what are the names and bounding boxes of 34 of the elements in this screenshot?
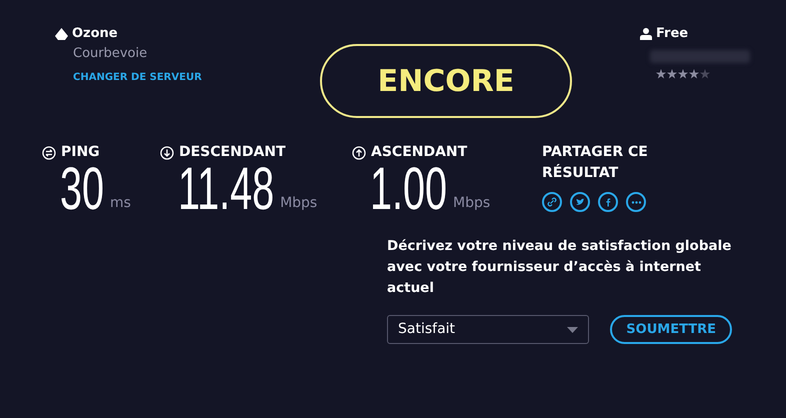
metric-unit: Mbps	[280, 194, 318, 213]
download-icon	[160, 146, 174, 160]
metric-label: DESCENDANT	[179, 143, 286, 162]
metric-unit: ms	[110, 194, 131, 213]
again-button[interactable]: ENCORE	[320, 44, 572, 118]
change-server-link[interactable]: CHANGER DE SERVEUR	[73, 70, 202, 85]
metric-unit: Mbps	[453, 194, 490, 213]
caret-icon	[567, 326, 578, 333]
metric-value: 1.00	[370, 163, 448, 214]
metric-value: 11.48	[178, 163, 274, 214]
satisfaction-select[interactable]: Satisfait	[387, 315, 590, 344]
survey-question: Décrivez votre niveau de satisfaction globale avec votre fournisseur d’accès à internet actuel	[387, 237, 732, 298]
metric-label: ASCENDANT	[371, 143, 468, 162]
share-twitter-button[interactable]	[570, 192, 590, 212]
star-icon	[700, 68, 710, 78]
ping-icon	[42, 146, 56, 160]
provider-name: Free	[656, 25, 688, 43]
share-title: PARTAGER CE RÉSULTAT	[542, 143, 649, 183]
share-link-button[interactable]	[542, 192, 562, 212]
metric-value: 30	[60, 163, 104, 214]
server-icon	[55, 28, 68, 40]
upload-icon	[352, 146, 366, 160]
submit-button[interactable]: SOUMETTRE	[610, 314, 732, 344]
star-icon	[667, 68, 677, 78]
server-city: Courbevoie	[73, 44, 148, 62]
user-icon	[640, 28, 652, 40]
metric-label: PING	[61, 143, 100, 162]
share-more-button[interactable]	[626, 192, 646, 212]
link-icon	[546, 196, 558, 208]
star-icon	[678, 68, 688, 78]
star-icon	[689, 68, 699, 78]
share-facebook-button[interactable]	[598, 192, 618, 212]
star-icon	[656, 68, 666, 78]
server-name: Ozone	[72, 25, 118, 43]
